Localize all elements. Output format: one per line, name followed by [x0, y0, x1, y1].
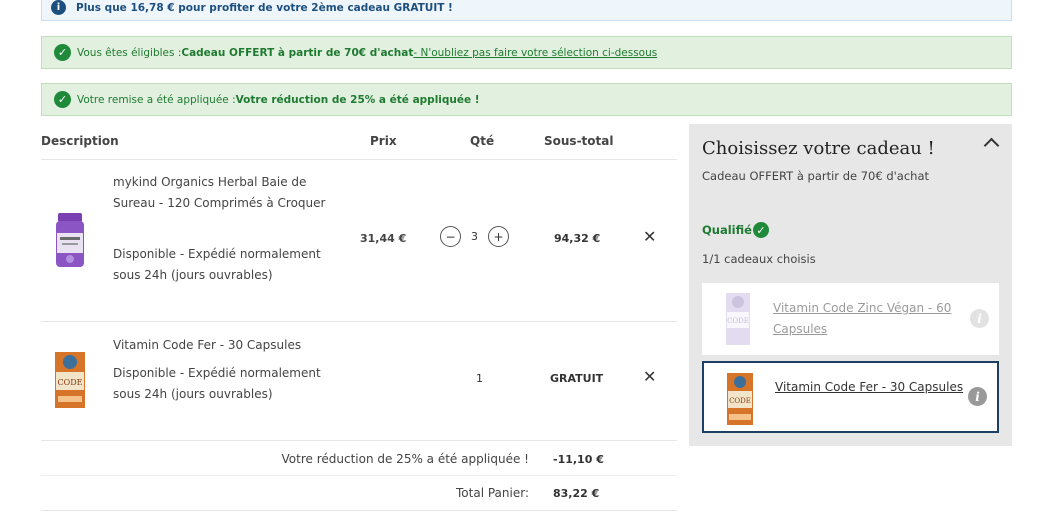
check-circle-icon: ✓	[752, 222, 769, 238]
check-circle-icon: ✓	[54, 44, 71, 61]
discount-label: Votre réduction de 25% a été appliquée !	[281, 452, 530, 466]
table-row: mykind Organics Herbal Baie de Sureau - …	[41, 160, 677, 322]
eligibility-offer: Cadeau OFFERT à partir de 70€ d'achat	[181, 46, 414, 59]
qualified-label: Qualifié	[702, 223, 752, 237]
gift-option-selected[interactable]: CODE Vitamin Code Fer - 30 Capsules i	[702, 361, 999, 433]
header-subtotal: Sous-total	[544, 134, 614, 148]
eligibility-banner: ✓ Vous êtes éligibles : Cadeau OFFERT à …	[41, 36, 1012, 69]
header-description: Description	[41, 134, 119, 148]
table-row: CODE Vitamin Code Fer - 30 Capsules Disp…	[41, 322, 677, 441]
discount-prefix: Votre remise a été appliquée :	[77, 93, 236, 106]
total-value: 83,22 €	[553, 487, 600, 500]
remove-item-button[interactable]: ✕	[643, 367, 656, 386]
product-subtotal: GRATUIT	[550, 372, 604, 385]
product-subtotal: 94,32 €	[554, 232, 601, 245]
gift-panel-title: Choisissez votre cadeau !	[702, 138, 935, 159]
product-image: CODE	[55, 352, 85, 408]
discount-message: Votre réduction de 25% a été appliquée !	[235, 93, 480, 106]
product-price: 31,44 €	[360, 232, 407, 245]
quantity-value: 1	[476, 372, 483, 385]
quantity-value: 3	[471, 230, 478, 243]
gift-name[interactable]: Vitamin Code Fer - 30 Capsules	[775, 377, 965, 398]
select-gift-link[interactable]: - N'oubliez pas faire votre sélection ci…	[413, 47, 657, 59]
gift-name[interactable]: Vitamin Code Zinc Végan - 60 Capsules	[773, 298, 963, 340]
gift-option[interactable]: CODE Vitamin Code Zinc Végan - 60 Capsul…	[702, 283, 999, 355]
cart-table-header: Description Prix Qté Sous-total	[41, 124, 677, 160]
header-qty: Qté	[470, 134, 495, 148]
total-label: Total Panier:	[456, 486, 529, 500]
info-icon: i	[51, 0, 66, 15]
product-name[interactable]: mykind Organics Herbal Baie de Sureau - …	[113, 172, 343, 214]
eligibility-prefix: Vous êtes éligibles :	[77, 46, 182, 59]
discount-value: -11,10 €	[553, 453, 604, 466]
svg-text:CODE: CODE	[729, 397, 751, 405]
collapse-chevron-icon[interactable]	[983, 137, 1000, 154]
discount-row: Votre réduction de 25% a été appliquée !…	[41, 442, 677, 476]
header-price: Prix	[370, 134, 397, 148]
discount-banner: ✓ Votre remise a été appliquée : Votre r…	[41, 83, 1012, 116]
remove-item-button[interactable]: ✕	[643, 227, 656, 246]
gift-image: CODE	[726, 293, 750, 345]
increase-quantity-button[interactable]: +	[488, 226, 509, 247]
product-name[interactable]: Vitamin Code Fer - 30 Capsules	[113, 335, 343, 356]
quantity-stepper: − 3 +	[440, 226, 509, 247]
gift-selection-panel: Choisissez votre cadeau ! Cadeau OFFERT …	[689, 124, 1012, 446]
free-gift-progress-banner: i Plus que 16,78 € pour profiter de votr…	[41, 0, 1012, 21]
gift-count: 1/1 cadeaux choisis	[702, 252, 816, 266]
decrease-quantity-button[interactable]: −	[440, 226, 461, 247]
product-availability: Disponible - Expédié normalement sous 24…	[113, 247, 321, 282]
svg-text:CODE: CODE	[58, 378, 83, 387]
cart-table: Description Prix Qté Sous-total mykind O…	[41, 124, 677, 441]
check-circle-icon: ✓	[54, 91, 71, 108]
gift-panel-subtitle: Cadeau OFFERT à partir de 70€ d'achat	[702, 169, 930, 183]
info-icon[interactable]: i	[970, 309, 989, 328]
gift-image: CODE	[727, 373, 753, 425]
info-icon[interactable]: i	[968, 387, 987, 406]
product-image	[56, 213, 84, 267]
total-row: Total Panier: 83,22 €	[41, 476, 677, 511]
svg-text:CODE: CODE	[727, 317, 749, 325]
qualified-status: Qualifié ✓	[702, 222, 775, 238]
free-gift-progress-text: Plus que 16,78 € pour profiter de votre …	[76, 1, 453, 14]
product-availability: Disponible - Expédié normalement sous 24…	[113, 366, 321, 401]
